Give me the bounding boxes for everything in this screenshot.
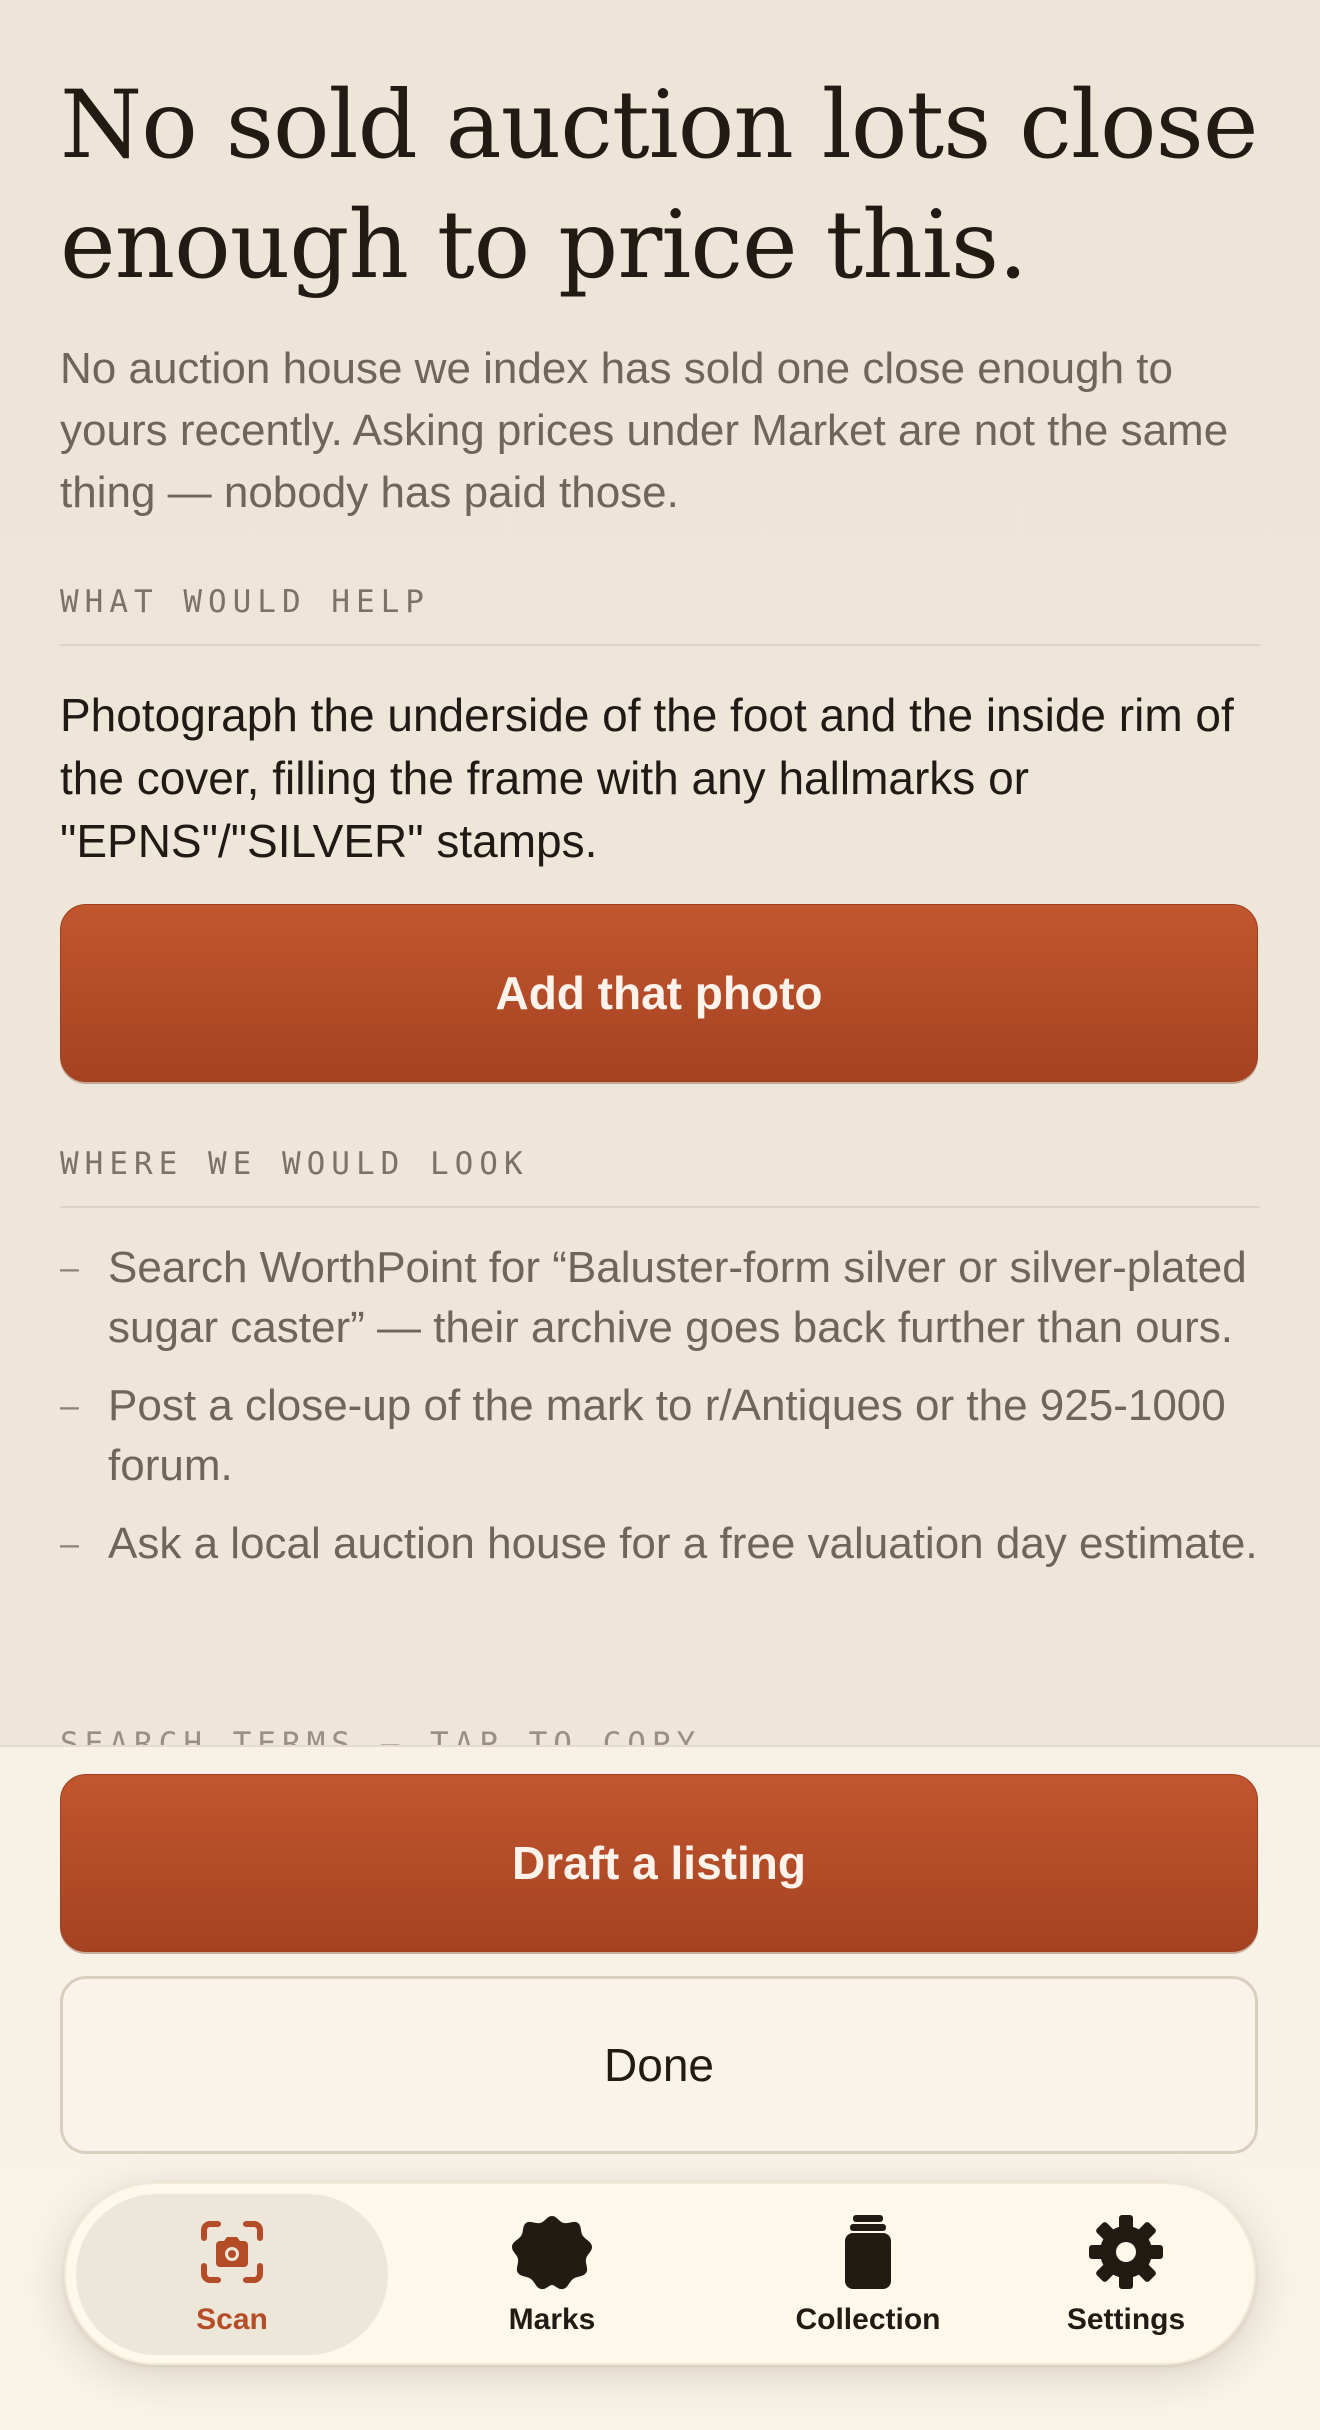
tab-scan[interactable]: Scan — [76, 2194, 388, 2355]
list-item-text: Post a close-up of the mark to r/Antique… — [108, 1381, 1226, 1490]
tab-marks[interactable]: Marks — [432, 2194, 672, 2355]
tab-label: Settings — [1066, 2302, 1186, 2336]
section-label-search-terms: SEARCH TERMS — TAP TO COPY — [60, 1726, 702, 1745]
list-item-text: Ask a local auction house for a free val… — [108, 1519, 1258, 1568]
camera-icon — [201, 2220, 263, 2283]
section-label-look: WHERE WE WOULD LOOK — [60, 1146, 1260, 1208]
list-item: – Post a close-up of the mark to r/Antiq… — [60, 1376, 1260, 1496]
add-photo-button[interactable]: Add that photo — [60, 904, 1258, 1082]
section-label-help: WHAT WOULD HELP — [60, 584, 1260, 646]
gear-icon — [1089, 2214, 1163, 2289]
help-instructions: Photograph the underside of the foot and… — [60, 689, 1234, 867]
result-scroll-area[interactable]: No sold auction lots close enough to pri… — [0, 0, 1320, 1745]
jar-icon — [845, 2214, 891, 2289]
list-item-text: Search WorthPoint for “Baluster-form sil… — [108, 1243, 1247, 1352]
list-item: – Search WorthPoint for “Baluster-form s… — [60, 1238, 1260, 1358]
done-button[interactable]: Done — [60, 1976, 1258, 2154]
tab-label: Marks — [508, 2302, 596, 2336]
result-explanation: No auction house we index has sold one c… — [60, 344, 1229, 517]
dash-bullet: – — [60, 1525, 79, 1563]
bottom-action-panel: Draft a listing Done Scan Marks Collecti… — [0, 1745, 1320, 2430]
tab-label: Scan — [196, 2302, 268, 2336]
tab-bar: Scan Marks Collection Settings — [64, 2182, 1256, 2365]
page-title: No sold auction lots close enough to pri… — [60, 71, 1258, 300]
seal-icon — [512, 2215, 592, 2289]
look-list: – Search WorthPoint for “Baluster-form s… — [60, 1238, 1260, 1592]
tab-settings[interactable]: Settings — [1006, 2194, 1246, 2355]
tab-label: Collection — [795, 2302, 941, 2336]
tab-collection[interactable]: Collection — [718, 2194, 1018, 2355]
dash-bullet: – — [60, 1249, 79, 1287]
draft-listing-button[interactable]: Draft a listing — [60, 1774, 1258, 1952]
dash-bullet: – — [60, 1387, 79, 1425]
list-item: – Ask a local auction house for a free v… — [60, 1514, 1260, 1574]
